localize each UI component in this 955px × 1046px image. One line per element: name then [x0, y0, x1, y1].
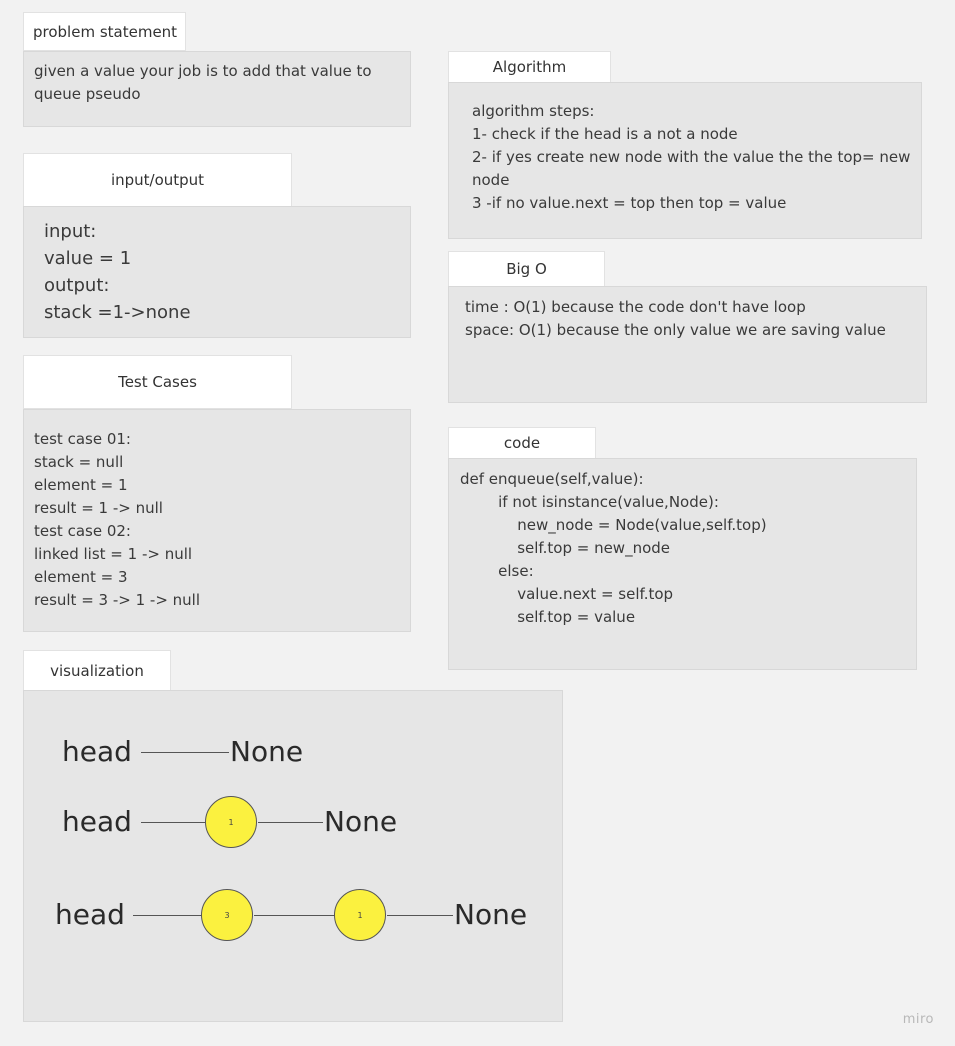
link-line [258, 822, 323, 823]
link-line [387, 915, 453, 916]
big-o-title: Big O [506, 260, 547, 278]
code-line: value.next = self.top [460, 585, 674, 603]
problem-statement-title: problem statement [33, 23, 178, 41]
problem-statement-title-tab: problem statement [23, 12, 186, 51]
miro-watermark: miro [902, 1012, 934, 1027]
algorithm-card: algorithm steps: 1- check if the head is… [448, 82, 922, 239]
code-line: self.top = new_node [460, 539, 671, 557]
test-cases-title-tab: Test Cases [23, 355, 292, 409]
list-node: 3 [201, 889, 253, 941]
test-case-line: result = 1 -> null [34, 499, 163, 517]
algorithm-line: algorithm steps: [472, 102, 595, 120]
code-line: self.top = value [460, 608, 636, 626]
visualization-title: visualization [50, 661, 144, 680]
link-line [254, 915, 335, 916]
big-o-card: time : O(1) because the code don't have … [448, 286, 927, 403]
none-label: None [324, 805, 398, 838]
io-line: input: [44, 221, 97, 242]
none-label: None [230, 735, 304, 768]
problem-line: given a value your job is to add that va… [34, 62, 372, 80]
test-case-line: stack = null [34, 453, 124, 471]
list-node: 1 [334, 889, 386, 941]
big-o-line: space: O(1) because the only value we ar… [465, 321, 886, 339]
io-title-tab: input/output [23, 153, 292, 207]
code-card: def enqueue(self,value): if not isinstan… [448, 458, 917, 670]
big-o-line: time : O(1) because the code don't have … [465, 298, 806, 316]
none-label: None [454, 898, 528, 931]
head-label: head [62, 805, 132, 838]
node-value: 1 [357, 910, 363, 920]
algorithm-line: 1- check if the head is a not a node [472, 125, 738, 143]
test-cases-title: Test Cases [118, 373, 197, 391]
code-line: if not isinstance(value,Node): [460, 493, 719, 511]
algorithm-title-tab: Algorithm [448, 51, 611, 83]
link-line [141, 752, 229, 753]
code-line: def enqueue(self,value): [460, 470, 644, 488]
test-case-line: element = 3 [34, 568, 128, 586]
test-case-line: test case 02: [34, 522, 131, 540]
algorithm-line: 3 -if no value.next = top then top = val… [472, 194, 787, 212]
test-case-line: result = 3 -> 1 -> null [34, 591, 201, 609]
code-line: else: [460, 562, 534, 580]
list-node: 1 [205, 796, 257, 848]
algorithm-title: Algorithm [492, 58, 567, 76]
node-value: 3 [224, 910, 230, 920]
node-value: 1 [228, 817, 234, 827]
io-line: output: [44, 275, 110, 296]
problem-line: queue pseudo [34, 85, 141, 103]
algorithm-line: node [472, 171, 510, 189]
big-o-title-tab: Big O [448, 251, 605, 287]
test-cases-card: test case 01: stack = null element = 1 r… [23, 409, 411, 632]
test-case-line: element = 1 [34, 476, 128, 494]
test-case-line: linked list = 1 -> null [34, 545, 193, 563]
code-title: code [503, 434, 541, 452]
io-title: input/output [110, 171, 205, 189]
io-line: value = 1 [44, 248, 132, 269]
code-title-tab: code [448, 427, 596, 459]
head-label: head [62, 735, 132, 768]
head-label: head [55, 898, 125, 931]
test-case-line: test case 01: [34, 430, 131, 448]
link-line [141, 822, 205, 823]
code-line: new_node = Node(value,self.top) [460, 516, 767, 534]
problem-statement-card: given a value your job is to add that va… [23, 51, 411, 127]
visualization-title-tab: visualization [23, 650, 171, 691]
link-line [133, 915, 202, 916]
io-card: input: value = 1 output: stack =1->none [23, 206, 411, 338]
visualization-card: head None head 1 None head 3 1 None [23, 690, 563, 1022]
algorithm-line: 2- if yes create new node with the value… [472, 148, 911, 166]
io-line: stack =1->none [44, 302, 191, 323]
